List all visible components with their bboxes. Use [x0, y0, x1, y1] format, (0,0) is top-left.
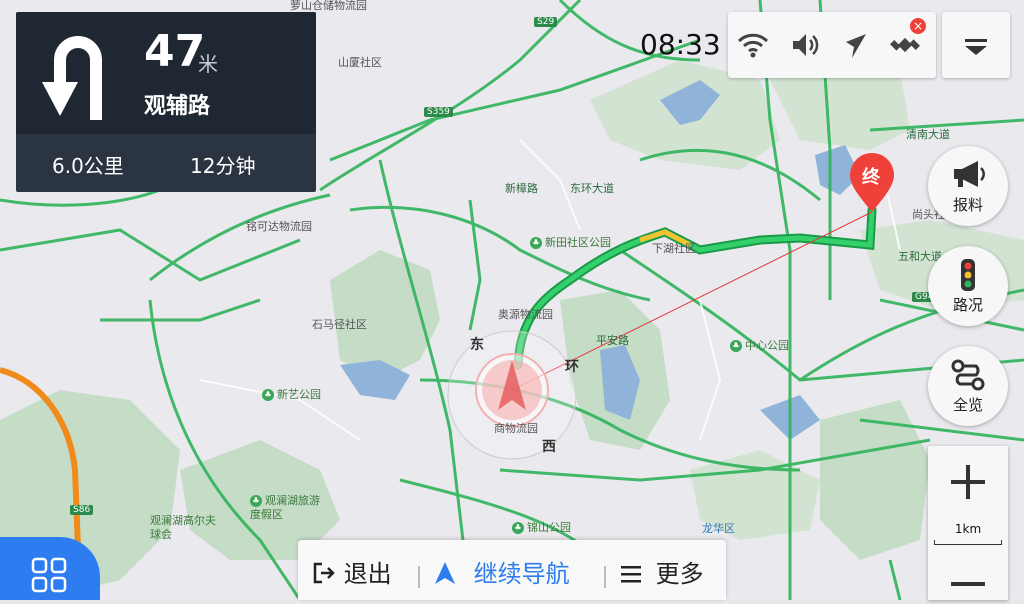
poi-label: 石马径社区 — [312, 318, 367, 331]
poi-label: 商物流园 — [494, 422, 538, 435]
poi-label: 下湖社区 — [652, 242, 696, 255]
park-icon: ♣ — [530, 237, 542, 249]
menu-list-icon — [621, 566, 641, 583]
divider — [604, 566, 606, 588]
poi-label: ♣ 观澜湖旅游度假区 — [250, 494, 320, 521]
dropdown-arrow-icon — [965, 39, 987, 55]
more-button[interactable]: 更多 — [620, 554, 704, 589]
poi-label: 铭可达物流园 — [246, 220, 312, 233]
collapse-menu-button[interactable] — [942, 12, 1010, 78]
remaining-distance: 6.0公里 — [52, 154, 124, 178]
continue-label: 继续导航 — [473, 560, 570, 588]
poi-label: ♣ 中心公园 — [730, 337, 789, 353]
more-label: 更多 — [655, 560, 704, 588]
poi-label: ♣ 新田社区公园 — [530, 234, 611, 250]
volume-icon — [793, 34, 819, 56]
park-icon: ♣ — [512, 522, 524, 534]
scale-bar — [934, 540, 1002, 545]
traffic-light-icon — [961, 259, 975, 291]
current-road-char: 西 — [542, 439, 556, 455]
highway-shield: S29 — [534, 17, 558, 27]
current-road-char: 东 — [470, 337, 484, 353]
status-bar: × — [728, 12, 936, 78]
overview-label: 全览 — [952, 396, 983, 414]
highway-shield: S359 — [424, 107, 453, 117]
clock: 08:33 — [640, 28, 721, 61]
zoom-out-button[interactable] — [928, 554, 1008, 600]
grid-icon — [31, 557, 67, 593]
destination-marker[interactable]: 终 — [862, 163, 880, 189]
poi-label: 山厦社区 — [338, 56, 382, 69]
continue-navigation-button[interactable]: 继续导航 — [434, 554, 570, 589]
park-icon: ♣ — [730, 340, 742, 352]
maneuver-section: 47 米 观辅路 — [16, 12, 316, 134]
overview-button[interactable]: 全览 — [928, 346, 1008, 426]
trip-summary: 6.0公里 12分钟 — [16, 134, 316, 192]
park-icon: ♣ — [262, 389, 274, 401]
report-label: 报料 — [952, 196, 983, 214]
navigation-action-bar: 退出 继续导航 更多 — [298, 540, 726, 600]
road-label: 新樟路 — [505, 182, 538, 195]
maneuver-distance: 47 — [144, 26, 206, 77]
zoom-in-button[interactable] — [928, 446, 1008, 518]
poi-label: 奥源物流园 — [498, 308, 553, 321]
zoom-control: 1km — [928, 446, 1008, 600]
wifi-icon — [737, 33, 769, 58]
exit-button[interactable]: 退出 — [312, 554, 392, 589]
poi-label: ♣ 锦山公园 — [512, 519, 571, 535]
next-road-name: 观辅路 — [144, 94, 211, 119]
u-turn-left-icon — [42, 36, 102, 120]
route-overview-icon — [951, 359, 985, 391]
current-road-char: 环 — [565, 359, 579, 375]
poi-label: 观澜湖高尔夫球会 — [150, 514, 216, 541]
road-label: 平安路 — [596, 334, 629, 347]
gps-error-badge: × — [910, 18, 926, 34]
navigation-arrow-icon — [435, 562, 455, 584]
highway-shield: S86 — [70, 505, 94, 515]
exit-label: 退出 — [343, 560, 392, 588]
road-label: 东环大道 — [570, 182, 614, 195]
report-button[interactable]: 报料 — [928, 146, 1008, 226]
divider — [418, 566, 420, 588]
district-label: 龙华区 — [702, 522, 735, 535]
road-label: 清南大道 — [906, 128, 950, 141]
traffic-button[interactable]: 路况 — [928, 246, 1008, 326]
maneuver-distance-unit: 米 — [198, 52, 218, 76]
megaphone-icon — [954, 161, 985, 187]
apps-menu-button[interactable] — [0, 537, 100, 600]
compass-icon — [846, 34, 866, 58]
turn-guidance-panel: 47 米 观辅路 6.0公里 12分钟 — [16, 12, 316, 192]
park-icon: ♣ — [250, 495, 262, 507]
poi-label: ♣ 新艺公园 — [262, 386, 321, 402]
remaining-time: 12分钟 — [190, 154, 256, 178]
traffic-label: 路况 — [952, 296, 983, 314]
exit-icon — [313, 562, 335, 584]
